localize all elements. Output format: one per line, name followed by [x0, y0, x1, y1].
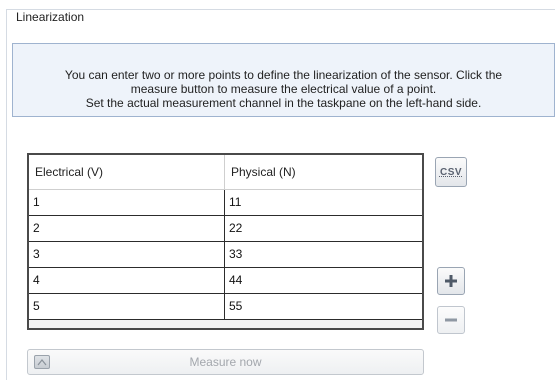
table-row[interactable]: 1 11: [29, 190, 422, 216]
electrical-cell[interactable]: 3: [29, 242, 225, 267]
physical-cell[interactable]: 22: [225, 216, 422, 241]
table-header: Electrical (V) Physical (N): [29, 155, 422, 190]
electrical-cell[interactable]: 1: [29, 190, 225, 215]
group-title: Linearization: [14, 10, 91, 24]
table-row[interactable]: 2 22: [29, 216, 422, 242]
csv-icon: CSV: [439, 166, 463, 178]
measure-now-button[interactable]: Measure now: [27, 349, 424, 375]
info-panel: You can enter two or more points to defi…: [12, 43, 555, 117]
info-line-3: Set the actual measurement channel in th…: [85, 96, 482, 110]
column-header-physical[interactable]: Physical (N): [225, 155, 422, 189]
table-row[interactable]: 3 33: [29, 242, 422, 268]
plus-icon: [445, 275, 457, 287]
minus-icon: [445, 318, 457, 322]
remove-point-button[interactable]: [437, 306, 465, 334]
electrical-cell[interactable]: 5: [29, 294, 225, 319]
info-line-1: You can enter two or more points to defi…: [64, 68, 503, 82]
column-header-electrical[interactable]: Electrical (V): [29, 155, 225, 189]
add-point-button[interactable]: [437, 267, 465, 295]
physical-cell[interactable]: 44: [225, 268, 422, 293]
physical-cell[interactable]: 55: [225, 294, 422, 319]
csv-import-button[interactable]: CSV: [435, 157, 467, 187]
electrical-cell[interactable]: 4: [29, 268, 225, 293]
table-row[interactable]: 5 55: [29, 294, 422, 320]
linearization-table[interactable]: Electrical (V) Physical (N) 1 11 2 22 3 …: [27, 153, 424, 330]
measure-now-label: Measure now: [189, 355, 262, 369]
table-row[interactable]: 4 44: [29, 268, 422, 294]
physical-cell[interactable]: 33: [225, 242, 422, 267]
electrical-cell[interactable]: 2: [29, 216, 225, 241]
info-line-2: measure button to measure the electrical…: [130, 82, 437, 96]
physical-cell[interactable]: 11: [225, 190, 422, 215]
